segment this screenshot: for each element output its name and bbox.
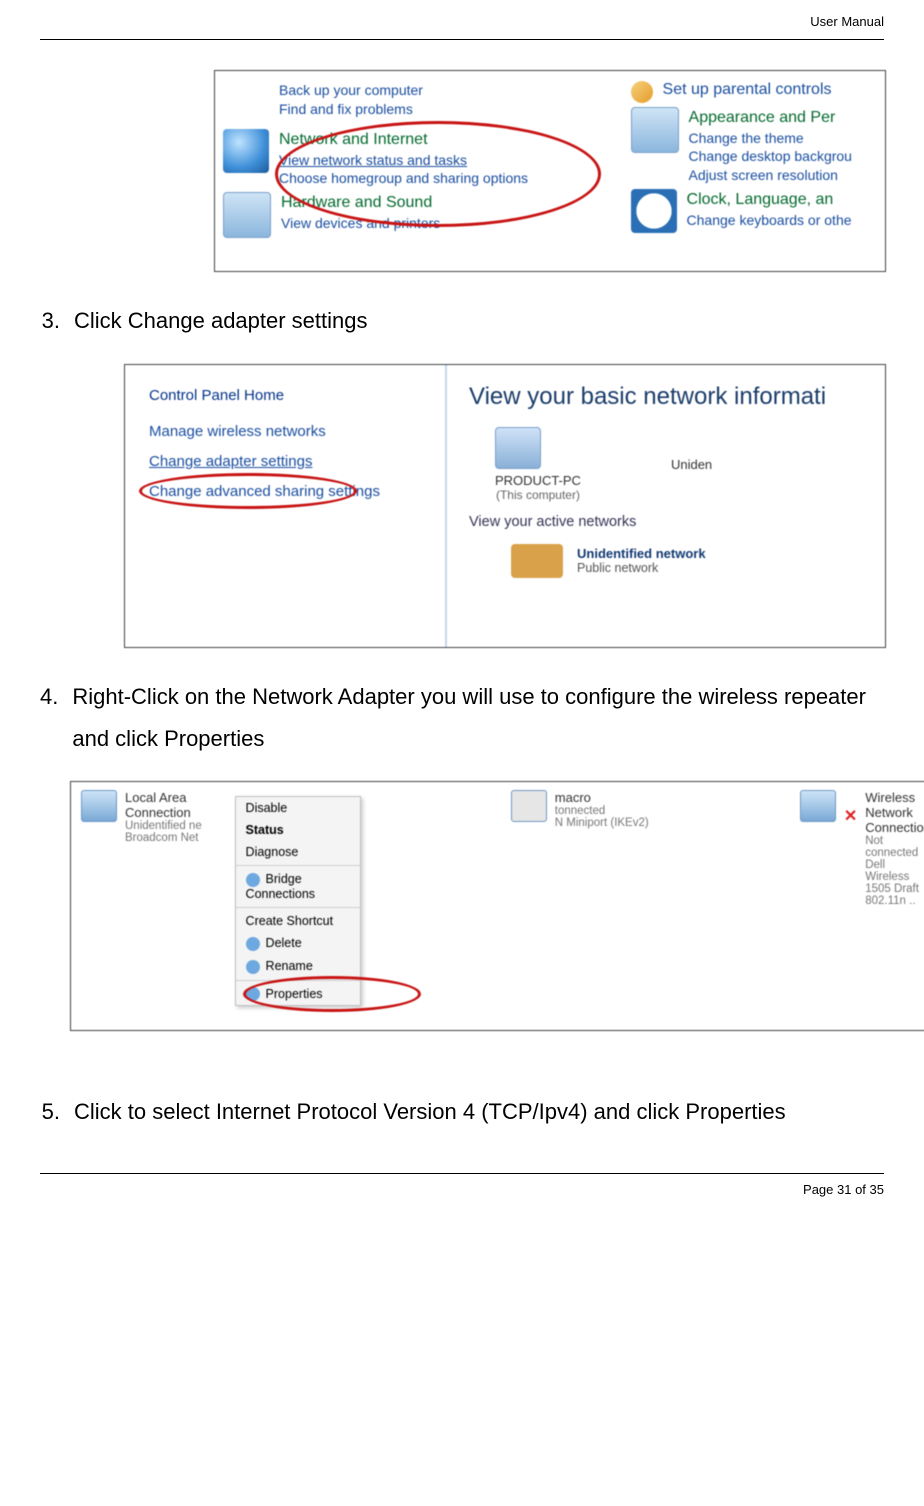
lan-icon[interactable] — [81, 790, 117, 822]
link-manage-wireless[interactable]: Manage wireless networks — [149, 422, 429, 442]
backup-icon — [223, 81, 269, 125]
pc-sub: (This computer) — [495, 488, 581, 502]
link-parental[interactable]: Set up parental controls — [663, 81, 832, 99]
pc-name: PRODUCT-PC — [495, 473, 581, 488]
screenshot-adapters: Local Area Connection Unidentified ne Br… — [70, 781, 924, 1031]
screenshot-control-panel: Back up your computer Find and fix probl… — [214, 70, 886, 272]
link-backup[interactable]: Back up your computer — [279, 81, 423, 100]
step-5-number: 5. — [40, 1091, 60, 1133]
shield-icon — [631, 81, 653, 103]
delete-icon — [246, 937, 260, 951]
step-4-text: Right-Click on the Network Adapter you w… — [72, 676, 884, 760]
wifi-sub1: Not connected — [865, 835, 924, 859]
highlight-oval-network — [275, 121, 601, 227]
bottom-rule — [40, 1173, 884, 1174]
printer-icon — [223, 192, 271, 238]
menu-delete[interactable]: Delete — [236, 932, 360, 955]
link-change-adapter[interactable]: Change adapter settings — [149, 452, 429, 472]
lan-sub2: Broadcom Net — [125, 832, 227, 844]
menu-diagnose[interactable]: Diagnose — [236, 841, 360, 863]
step-3-number: 3. — [40, 300, 60, 342]
clock-icon — [631, 189, 677, 233]
link-fix-problems[interactable]: Find and fix problems — [279, 100, 423, 119]
lan-sub1: Unidentified ne — [125, 820, 227, 832]
top-rule — [40, 39, 884, 40]
rename-icon — [246, 960, 260, 974]
bench-icon — [511, 544, 563, 578]
category-clock[interactable]: Clock, Language, an — [687, 189, 852, 211]
view-active-networks: View your active networks — [469, 514, 885, 530]
heading-view-basic: View your basic network informati — [469, 383, 885, 411]
step-5: 5. Click to select Internet Protocol Ver… — [40, 1091, 884, 1133]
link-keyboards[interactable]: Change keyboards or othe — [687, 211, 852, 230]
step-4: 4. Right-Click on the Network Adapter yo… — [40, 676, 884, 760]
macro-icon[interactable] — [511, 790, 547, 822]
menu-status[interactable]: Status — [236, 819, 360, 841]
menu-disable[interactable]: Disable — [236, 797, 360, 819]
step-3: 3. Click Change adapter settings — [40, 300, 884, 342]
wifi-title: Wireless Network Connection — [865, 790, 924, 835]
menu-rename[interactable]: Rename — [236, 955, 360, 978]
disconnected-x-icon: ✕ — [844, 806, 857, 923]
menu-bridge[interactable]: Bridge Connections — [236, 868, 360, 905]
lan-title: Local Area Connection — [125, 790, 227, 820]
macro-title: macro — [555, 790, 649, 805]
globe-icon — [223, 129, 269, 173]
wifi-sub2: Dell Wireless 1505 Draft 802.11n .. — [865, 859, 924, 907]
category-appearance[interactable]: Appearance and Per — [689, 107, 852, 129]
link-theme[interactable]: Change the theme — [689, 129, 852, 148]
step-4-number: 4. — [40, 676, 58, 760]
step-5-text: Click to select Internet Protocol Versio… — [74, 1091, 786, 1133]
uniden-label: Uniden — [671, 457, 712, 472]
public-network: Public network — [577, 561, 706, 575]
link-desktop-bg[interactable]: Change desktop backgrou — [689, 147, 852, 166]
bridge-icon — [246, 873, 260, 887]
link-resolution[interactable]: Adjust screen resolution — [689, 166, 852, 185]
screenshot-network-center: Control Panel Home Manage wireless netwo… — [124, 364, 886, 648]
page-number: Page 31 of 35 — [803, 1182, 884, 1197]
control-panel-home[interactable]: Control Panel Home — [149, 387, 429, 404]
unidentified-network: Unidentified network — [577, 546, 706, 561]
appearance-icon — [631, 107, 679, 153]
wifi-icon[interactable] — [800, 790, 836, 822]
doc-title: User Manual — [810, 14, 884, 29]
step-3-text: Click Change adapter settings — [74, 300, 368, 342]
computer-icon — [495, 427, 541, 469]
highlight-oval-adapter — [139, 473, 357, 509]
macro-sub1: tonnected — [555, 805, 649, 817]
context-menu: Disable Status Diagnose Bridge Connectio… — [235, 796, 361, 1006]
macro-sub2: N Miniport (IKEv2) — [555, 817, 649, 829]
menu-shortcut[interactable]: Create Shortcut — [236, 910, 360, 932]
